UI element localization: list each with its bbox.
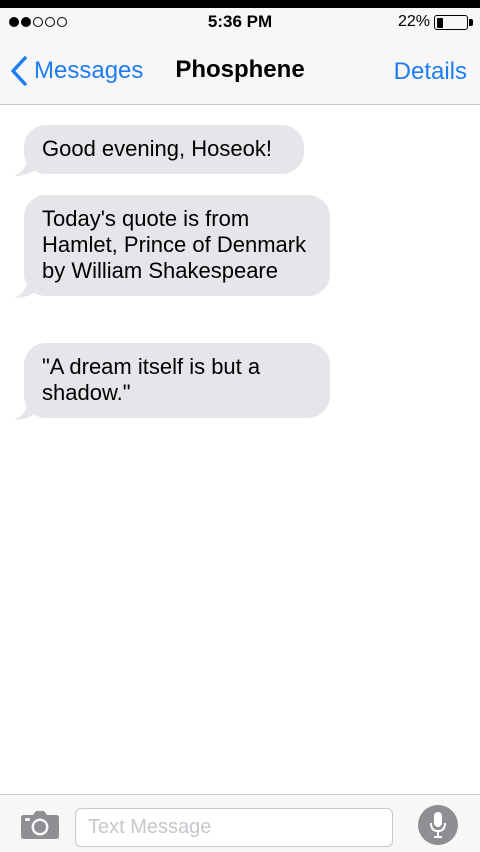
bubble-tail	[14, 398, 38, 420]
microphone-icon	[430, 812, 446, 838]
back-to-messages-button[interactable]: Messages	[10, 54, 143, 88]
bubble-tail	[14, 154, 38, 176]
status-bar: 5:36 PM 22%	[0, 8, 480, 36]
message-list: Good evening, Hoseok! Today's quote is f…	[0, 106, 480, 794]
camera-icon	[21, 811, 59, 839]
message-bubble[interactable]: Today's quote is from Hamlet, Prince of …	[14, 195, 330, 298]
camera-button[interactable]	[20, 811, 60, 844]
messages-screen: 5:36 PM 22% Messages Phosphene Details G…	[0, 0, 480, 852]
message-text: Today's quote is from Hamlet, Prince of …	[42, 206, 307, 283]
battery-nub	[469, 19, 473, 26]
navigation-bar: Messages Phosphene Details	[0, 36, 480, 105]
compose-bar	[0, 794, 480, 852]
battery-fill	[436, 17, 443, 28]
battery-icon	[434, 15, 468, 30]
back-label: Messages	[34, 57, 144, 84]
message-input[interactable]	[75, 808, 393, 847]
message-bubble[interactable]: Good evening, Hoseok!	[14, 125, 304, 176]
message-text: Good evening, Hoseok!	[42, 136, 272, 161]
message-bubble[interactable]: "A dream itself is but a shadow."	[14, 343, 330, 420]
details-button[interactable]: Details	[394, 58, 467, 86]
top-strip	[0, 0, 480, 8]
battery-percent: 22%	[397, 13, 430, 30]
dictation-button[interactable]	[418, 805, 458, 845]
bubble-tail	[14, 276, 38, 298]
message-text: "A dream itself is but a shadow."	[42, 354, 261, 405]
chevron-left-icon	[11, 56, 27, 86]
